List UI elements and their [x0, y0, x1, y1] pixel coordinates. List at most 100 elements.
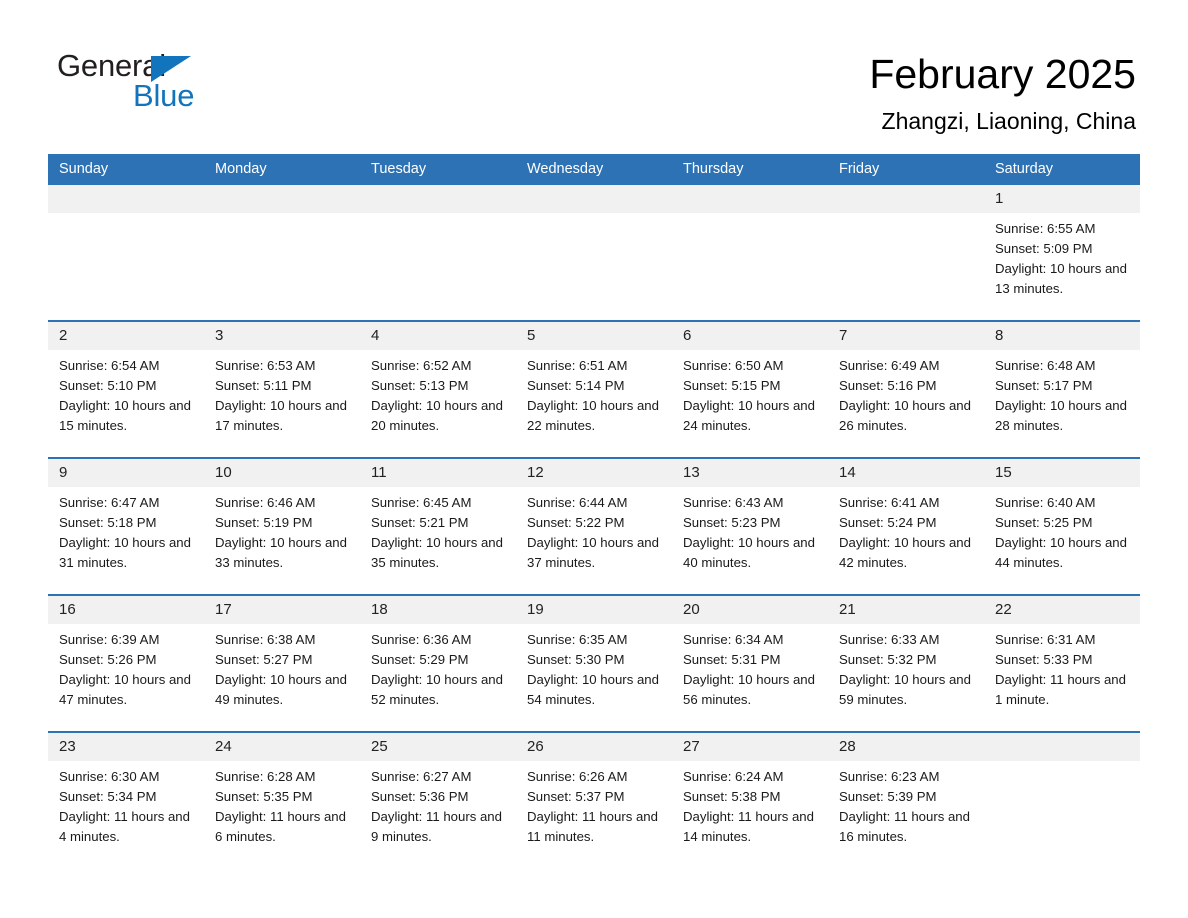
calendar-day-cell[interactable]: 11 Sunrise: 6:45 AM Sunset: 5:21 PM Dayligh… — [360, 459, 516, 595]
sunset-text: Sunset: 5:19 PM — [215, 514, 313, 530]
day-sun-info: Sunrise: 6:47 AM Sunset: 5:18 PM Daylight:… — [48, 487, 204, 573]
calendar-table: Sunday Monday Tuesday Wednesday Thursday… — [48, 153, 1140, 869]
calendar-day-cell[interactable]: 15 Sunrise: 6:40 AM Sunset: 5:25 PM Dayligh… — [984, 459, 1140, 595]
sunrise-text: Sunrise: 6:31 AM — [995, 631, 1096, 647]
sunrise-text: Sunrise: 6:24 AM — [683, 768, 784, 784]
day-number — [984, 733, 1140, 761]
calendar-day-cell[interactable]: 19 Sunrise: 6:35 AM Sunset: 5:30 PM Dayligh… — [516, 596, 672, 732]
sunset-text: Sunset: 5:22 PM — [527, 514, 625, 530]
sunrise-text: Sunrise: 6:52 AM — [371, 357, 472, 373]
daylight-text: Daylight: 10 hours and 22 minutes. — [527, 397, 659, 433]
day-number: 12 — [516, 459, 672, 487]
sunset-text: Sunset: 5:35 PM — [215, 788, 313, 804]
calendar-day-cell[interactable]: 25 Sunrise: 6:27 AM Sunset: 5:36 PM Dayligh… — [360, 733, 516, 869]
sunrise-text: Sunrise: 6:44 AM — [527, 494, 628, 510]
daylight-text: Daylight: 10 hours and 54 minutes. — [527, 671, 659, 707]
sunrise-text: Sunrise: 6:33 AM — [839, 631, 940, 647]
calendar-day-cell[interactable]: 20 Sunrise: 6:34 AM Sunset: 5:31 PM Dayligh… — [672, 596, 828, 732]
calendar-day-cell[interactable]: 24 Sunrise: 6:28 AM Sunset: 5:35 PM Dayligh… — [204, 733, 360, 869]
daylight-text: Daylight: 11 hours and 6 minutes. — [215, 808, 346, 844]
sunset-text: Sunset: 5:36 PM — [371, 788, 469, 804]
day-sun-info: Sunrise: 6:39 AM Sunset: 5:26 PM Daylight:… — [48, 624, 204, 710]
day-sun-info: Sunrise: 6:36 AM Sunset: 5:29 PM Daylight:… — [360, 624, 516, 710]
calendar-day-cell[interactable]: 17 Sunrise: 6:38 AM Sunset: 5:27 PM Dayligh… — [204, 596, 360, 732]
sunrise-text: Sunrise: 6:34 AM — [683, 631, 784, 647]
calendar-day-cell[interactable]: 6 Sunrise: 6:50 AM Sunset: 5:15 PM Daylight… — [672, 322, 828, 458]
sunset-text: Sunset: 5:17 PM — [995, 377, 1093, 393]
calendar-empty-cell — [828, 185, 984, 321]
day-number: 26 — [516, 733, 672, 761]
calendar-week-row: 23 Sunrise: 6:30 AM Sunset: 5:34 PM Dayligh… — [48, 731, 1140, 869]
day-number: 15 — [984, 459, 1140, 487]
calendar-day-cell[interactable]: 10 Sunrise: 6:46 AM Sunset: 5:19 PM Dayligh… — [204, 459, 360, 595]
calendar-day-cell[interactable]: 13 Sunrise: 6:43 AM Sunset: 5:23 PM Dayligh… — [672, 459, 828, 595]
daylight-text: Daylight: 10 hours and 44 minutes. — [995, 534, 1127, 570]
calendar-day-cell[interactable]: 16 Sunrise: 6:39 AM Sunset: 5:26 PM Dayligh… — [48, 596, 204, 732]
sunset-text: Sunset: 5:15 PM — [683, 377, 781, 393]
daylight-text: Daylight: 10 hours and 40 minutes. — [683, 534, 815, 570]
calendar-day-cell[interactable]: 18 Sunrise: 6:36 AM Sunset: 5:29 PM Dayligh… — [360, 596, 516, 732]
calendar-day-cell[interactable]: 4 Sunrise: 6:52 AM Sunset: 5:13 PM Daylight… — [360, 322, 516, 458]
sunset-text: Sunset: 5:37 PM — [527, 788, 625, 804]
calendar-day-cell[interactable]: 14 Sunrise: 6:41 AM Sunset: 5:24 PM Dayligh… — [828, 459, 984, 595]
daylight-text: Daylight: 10 hours and 59 minutes. — [839, 671, 971, 707]
calendar-day-cell[interactable]: 26 Sunrise: 6:26 AM Sunset: 5:37 PM Dayligh… — [516, 733, 672, 869]
daylight-text: Daylight: 10 hours and 42 minutes. — [839, 534, 971, 570]
day-number: 17 — [204, 596, 360, 624]
calendar-empty-cell — [360, 185, 516, 321]
sunrise-text: Sunrise: 6:30 AM — [59, 768, 160, 784]
daylight-text: Daylight: 10 hours and 52 minutes. — [371, 671, 503, 707]
day-number: 9 — [48, 459, 204, 487]
daylight-text: Daylight: 10 hours and 13 minutes. — [995, 260, 1127, 296]
calendar-day-cell[interactable]: 12 Sunrise: 6:44 AM Sunset: 5:22 PM Dayligh… — [516, 459, 672, 595]
daylight-text: Daylight: 10 hours and 28 minutes. — [995, 397, 1127, 433]
day-sun-info: Sunrise: 6:26 AM Sunset: 5:37 PM Daylight:… — [516, 761, 672, 847]
calendar-day-cell[interactable]: 21 Sunrise: 6:33 AM Sunset: 5:32 PM Dayligh… — [828, 596, 984, 732]
sunset-text: Sunset: 5:29 PM — [371, 651, 469, 667]
day-number: 4 — [360, 322, 516, 350]
calendar-day-cell[interactable]: 1 Sunrise: 6:55 AM Sunset: 5:09 PM Daylight… — [984, 185, 1140, 321]
day-number — [360, 185, 516, 213]
calendar-day-cell[interactable]: 22 Sunrise: 6:31 AM Sunset: 5:33 PM Dayligh… — [984, 596, 1140, 732]
sunset-text: Sunset: 5:34 PM — [59, 788, 157, 804]
weekday-header-tuesday: Tuesday — [371, 160, 427, 177]
calendar-week-row: 2 Sunrise: 6:54 AM Sunset: 5:10 PM Daylight… — [48, 320, 1140, 458]
daylight-text: Daylight: 11 hours and 1 minute. — [995, 671, 1126, 707]
day-number: 22 — [984, 596, 1140, 624]
sunset-text: Sunset: 5:31 PM — [683, 651, 781, 667]
calendar-day-cell[interactable]: 23 Sunrise: 6:30 AM Sunset: 5:34 PM Dayligh… — [48, 733, 204, 869]
day-sun-info: Sunrise: 6:41 AM Sunset: 5:24 PM Daylight:… — [828, 487, 984, 573]
day-sun-info: Sunrise: 6:46 AM Sunset: 5:19 PM Daylight:… — [204, 487, 360, 573]
logo-text-general: General — [57, 48, 166, 83]
day-number — [48, 185, 204, 213]
day-number: 1 — [984, 185, 1140, 213]
weekday-header-wednesday: Wednesday — [527, 160, 604, 177]
sunrise-text: Sunrise: 6:49 AM — [839, 357, 940, 373]
day-sun-info: Sunrise: 6:53 AM Sunset: 5:11 PM Daylight:… — [204, 350, 360, 436]
day-sun-info: Sunrise: 6:49 AM Sunset: 5:16 PM Daylight:… — [828, 350, 984, 436]
calendar-day-cell[interactable]: 7 Sunrise: 6:49 AM Sunset: 5:16 PM Daylight… — [828, 322, 984, 458]
day-sun-info: Sunrise: 6:55 AM Sunset: 5:09 PM Daylight:… — [984, 213, 1140, 299]
calendar-empty-cell — [516, 185, 672, 321]
calendar-day-cell[interactable]: 8 Sunrise: 6:48 AM Sunset: 5:17 PM Daylight… — [984, 322, 1140, 458]
calendar-page: General Blue February 2025 Zhangzi, Liao… — [0, 0, 1188, 918]
calendar-day-cell[interactable]: 5 Sunrise: 6:51 AM Sunset: 5:14 PM Daylight… — [516, 322, 672, 458]
day-number: 14 — [828, 459, 984, 487]
daylight-text: Daylight: 10 hours and 15 minutes. — [59, 397, 191, 433]
day-number: 13 — [672, 459, 828, 487]
calendar-day-cell[interactable]: 28 Sunrise: 6:23 AM Sunset: 5:39 PM Dayligh… — [828, 733, 984, 869]
daylight-text: Daylight: 10 hours and 56 minutes. — [683, 671, 815, 707]
sunrise-text: Sunrise: 6:54 AM — [59, 357, 160, 373]
day-number: 8 — [984, 322, 1140, 350]
title-block: February 2025 Zhangzi, Liaoning, China — [869, 50, 1136, 136]
day-number: 23 — [48, 733, 204, 761]
calendar-day-cell[interactable]: 2 Sunrise: 6:54 AM Sunset: 5:10 PM Daylight… — [48, 322, 204, 458]
daylight-text: Daylight: 10 hours and 26 minutes. — [839, 397, 971, 433]
day-sun-info: Sunrise: 6:24 AM Sunset: 5:38 PM Daylight:… — [672, 761, 828, 847]
day-number: 28 — [828, 733, 984, 761]
daylight-text: Daylight: 10 hours and 31 minutes. — [59, 534, 191, 570]
sunrise-text: Sunrise: 6:28 AM — [215, 768, 316, 784]
calendar-day-cell[interactable]: 9 Sunrise: 6:47 AM Sunset: 5:18 PM Daylight… — [48, 459, 204, 595]
calendar-day-cell[interactable]: 27 Sunrise: 6:24 AM Sunset: 5:38 PM Dayligh… — [672, 733, 828, 869]
calendar-day-cell[interactable]: 3 Sunrise: 6:53 AM Sunset: 5:11 PM Daylight… — [204, 322, 360, 458]
